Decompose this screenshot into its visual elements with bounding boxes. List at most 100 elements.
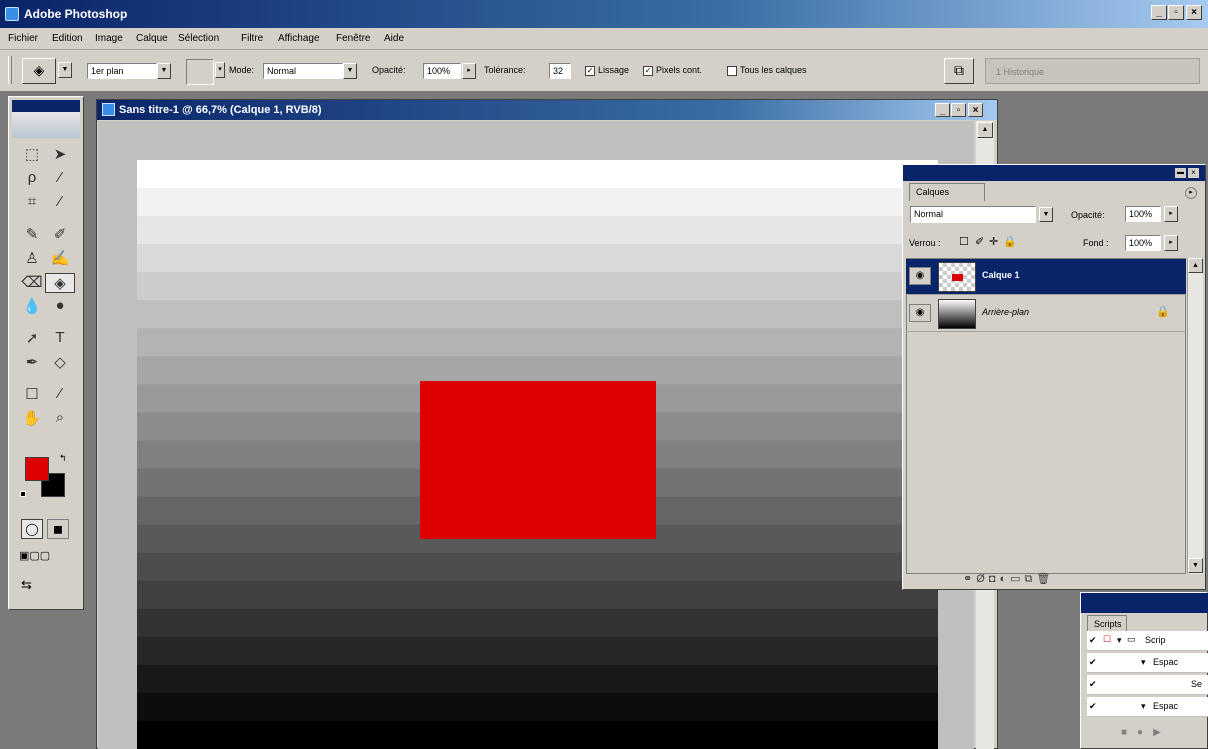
lasso-tool-icon[interactable]: ρ (17, 169, 47, 186)
lock-pixels-icon[interactable]: ✐ (975, 235, 984, 248)
hand-tool-icon[interactable]: ✋ (17, 409, 47, 427)
palette-toggle-icon[interactable]: ⧉ (944, 58, 974, 84)
magic-wand-icon[interactable]: ⁄ (45, 169, 75, 186)
tab-calques[interactable]: Calques (909, 183, 985, 201)
tolerance-input[interactable]: 32 (549, 63, 571, 79)
minimize-button[interactable]: _ (1151, 5, 1167, 20)
script-toggle-icon[interactable]: ☐ (1103, 634, 1111, 645)
clone-stamp-icon[interactable]: ♙ (17, 249, 47, 267)
layers-opacity-input[interactable]: 100% (1125, 206, 1161, 222)
folder-expand-icon[interactable]: ▾ (1117, 635, 1122, 646)
paint-bucket-preset-icon[interactable]: ◈ (22, 58, 56, 84)
pattern-dropdown-icon[interactable]: ▾ (215, 62, 225, 78)
adjustment-layer-icon[interactable]: ◐ (999, 573, 1010, 585)
foreground-color-swatch[interactable] (25, 457, 49, 481)
opacity-slider-icon[interactable]: ▸ (462, 63, 476, 79)
crop-tool-icon[interactable]: ⌗ (17, 193, 47, 210)
doc-close-button[interactable]: × (968, 103, 983, 117)
layer-style-icon[interactable]: Ø (976, 573, 989, 585)
script-row[interactable]: ✔ ▾ Espac (1087, 697, 1208, 717)
slice-tool-icon[interactable]: ⁄ (45, 193, 75, 210)
mode-dropdown-icon[interactable]: ▼ (343, 63, 357, 79)
lissage-checkbox[interactable]: ✓ (585, 66, 595, 76)
palette-menu-icon[interactable]: ▸ (1185, 187, 1197, 199)
doc-minimize-button[interactable]: _ (935, 103, 950, 117)
menu-edition[interactable]: Edition (52, 33, 83, 44)
dodge-tool-icon[interactable]: ● (45, 297, 75, 314)
eyedropper-tool-icon[interactable]: ⁄ (45, 385, 75, 402)
doc-restore-button[interactable]: ▫ (951, 103, 966, 117)
script-label[interactable]: Se (1191, 679, 1202, 689)
history-brush-icon[interactable]: ✍ (45, 249, 75, 267)
lock-transparency-icon[interactable]: ☐ (959, 235, 969, 248)
script-row[interactable]: ✔ ▾ Espac (1087, 653, 1208, 673)
script-row[interactable]: ✔ ☐ ▾ ▭ Scrip (1087, 631, 1208, 651)
fill-source-select[interactable]: 1er plan (87, 63, 157, 79)
script-row[interactable]: ✔ Se (1087, 675, 1208, 695)
path-selection-icon[interactable]: ➚ (17, 329, 47, 347)
expand-icon[interactable]: ▾ (1141, 657, 1146, 668)
fill-source-dropdown-icon[interactable]: ▼ (157, 63, 171, 79)
script-label[interactable]: Scrip (1145, 635, 1166, 645)
pixels-checkbox[interactable]: ✓ (643, 66, 653, 76)
menu-image[interactable]: Image (95, 33, 123, 44)
menu-aide[interactable]: Aide (384, 33, 404, 44)
menu-selection[interactable]: Sélection (178, 33, 219, 44)
default-colors-icon[interactable] (20, 491, 26, 497)
screen-mode-icons[interactable]: ▣▢▢ (19, 549, 79, 565)
layer-mask-icon[interactable]: ◘ (989, 573, 1000, 585)
lock-position-icon[interactable]: ✛ (989, 235, 998, 248)
menu-calque[interactable]: Calque (136, 33, 168, 44)
move-tool-icon[interactable]: ➤ (45, 145, 75, 163)
opacity-input[interactable]: 100% (423, 63, 461, 79)
restore-button[interactable]: ▫ (1168, 5, 1184, 20)
fill-slider-icon[interactable]: ▸ (1164, 235, 1178, 251)
script-check-icon[interactable]: ✔ (1089, 635, 1097, 646)
layer-visibility-eye-icon[interactable]: ◉ (909, 267, 931, 285)
preset-dropdown-icon[interactable]: ▼ (58, 62, 72, 78)
delete-layer-icon[interactable]: 🗑 (1036, 573, 1054, 585)
link-layers-icon[interactable]: ⚭ (963, 573, 976, 585)
menu-affichage[interactable]: Affichage (278, 33, 320, 44)
healing-brush-icon[interactable]: ✎ (17, 225, 47, 243)
layers-scrollbar[interactable]: ▲ ▼ (1187, 258, 1203, 574)
notes-tool-icon[interactable]: ☐ (17, 385, 47, 403)
new-layer-icon[interactable]: ⧉ (1025, 573, 1037, 585)
jump-to-imageready-icon[interactable]: ⇆ (21, 577, 81, 595)
tab-scripts[interactable]: Scripts (1087, 615, 1127, 631)
palette-close-icon[interactable]: × (1188, 168, 1199, 178)
stop-icon[interactable]: ■ (1121, 727, 1137, 738)
menu-fichier[interactable]: Fichier (8, 33, 38, 44)
eraser-tool-icon[interactable]: ⌫ (17, 273, 47, 291)
layer-name[interactable]: Arrière-plan (982, 307, 1029, 317)
blend-mode-dropdown-icon[interactable]: ▼ (1039, 207, 1053, 222)
scroll-up-arrow-icon[interactable]: ▲ (977, 122, 993, 138)
zoom-tool-icon[interactable]: ⌕ (45, 409, 75, 426)
layers-palette-header[interactable]: ▬ × (903, 165, 1205, 181)
fill-input[interactable]: 100% (1125, 235, 1161, 251)
layers-opacity-slider-icon[interactable]: ▸ (1164, 206, 1178, 222)
blend-mode-select[interactable]: Normal (910, 206, 1036, 223)
record-icon[interactable]: ● (1137, 727, 1153, 738)
scripts-palette-header[interactable] (1081, 593, 1208, 613)
paint-bucket-tool-icon[interactable]: ◈ (45, 273, 75, 293)
layers-scroll-down-icon[interactable]: ▼ (1188, 558, 1203, 573)
layer-visibility-eye-icon[interactable]: ◉ (909, 304, 931, 322)
play-icon[interactable]: ▶ (1153, 727, 1171, 738)
history-tab[interactable]: 1 Historique (996, 67, 1044, 77)
close-button[interactable]: × (1186, 5, 1202, 20)
text-tool-icon[interactable]: T (45, 329, 75, 346)
new-group-icon[interactable]: ▭ (1010, 573, 1024, 585)
swap-colors-icon[interactable]: ↰ (59, 453, 67, 464)
menu-fenetre[interactable]: Fenêtre (336, 33, 370, 44)
feather-logo-icon[interactable] (12, 112, 80, 138)
layers-scroll-up-icon[interactable]: ▲ (1188, 258, 1203, 273)
script-label[interactable]: Espac (1153, 701, 1178, 711)
script-label[interactable]: Espac (1153, 657, 1178, 667)
quick-mask-icon[interactable]: ◼ (47, 519, 69, 539)
lock-all-icon[interactable]: 🔒 (1003, 235, 1017, 248)
document-title-bar[interactable]: Sans titre-1 @ 66,7% (Calque 1, RVB/8) _… (97, 100, 997, 120)
script-check-icon[interactable]: ✔ (1089, 679, 1097, 690)
tous-calques-checkbox[interactable] (727, 66, 737, 76)
mode-select[interactable]: Normal (263, 63, 343, 79)
